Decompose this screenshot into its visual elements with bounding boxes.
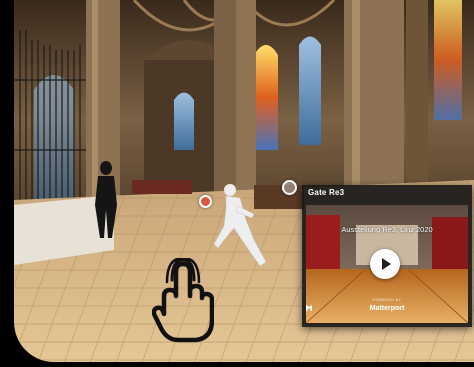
play-icon (382, 258, 391, 270)
powered-by-label: POWERED BY (372, 298, 402, 302)
space-thumbnail[interactable]: Ausstellung Re3, Linz 2020 POWERED BY Ma… (306, 205, 468, 323)
preview-caption: Ausstellung Re3, Linz 2020 (341, 225, 433, 234)
navigation-marker[interactable] (199, 195, 212, 208)
tap-hand-icon (151, 256, 215, 344)
brand-name: Matterport (369, 305, 405, 312)
app-frame: Gate Re3 Ausstellung Re3, Linz 2020 POWE… (0, 0, 474, 367)
matterport-logo (306, 305, 312, 311)
space-preview-panel[interactable]: Gate Re3 Ausstellung Re3, Linz 2020 POWE… (302, 185, 472, 327)
panel-title: Gate Re3 (308, 188, 345, 197)
play-button[interactable] (370, 249, 400, 279)
navigation-marker[interactable] (282, 180, 297, 195)
brand-link[interactable]: Matterport (306, 305, 468, 312)
